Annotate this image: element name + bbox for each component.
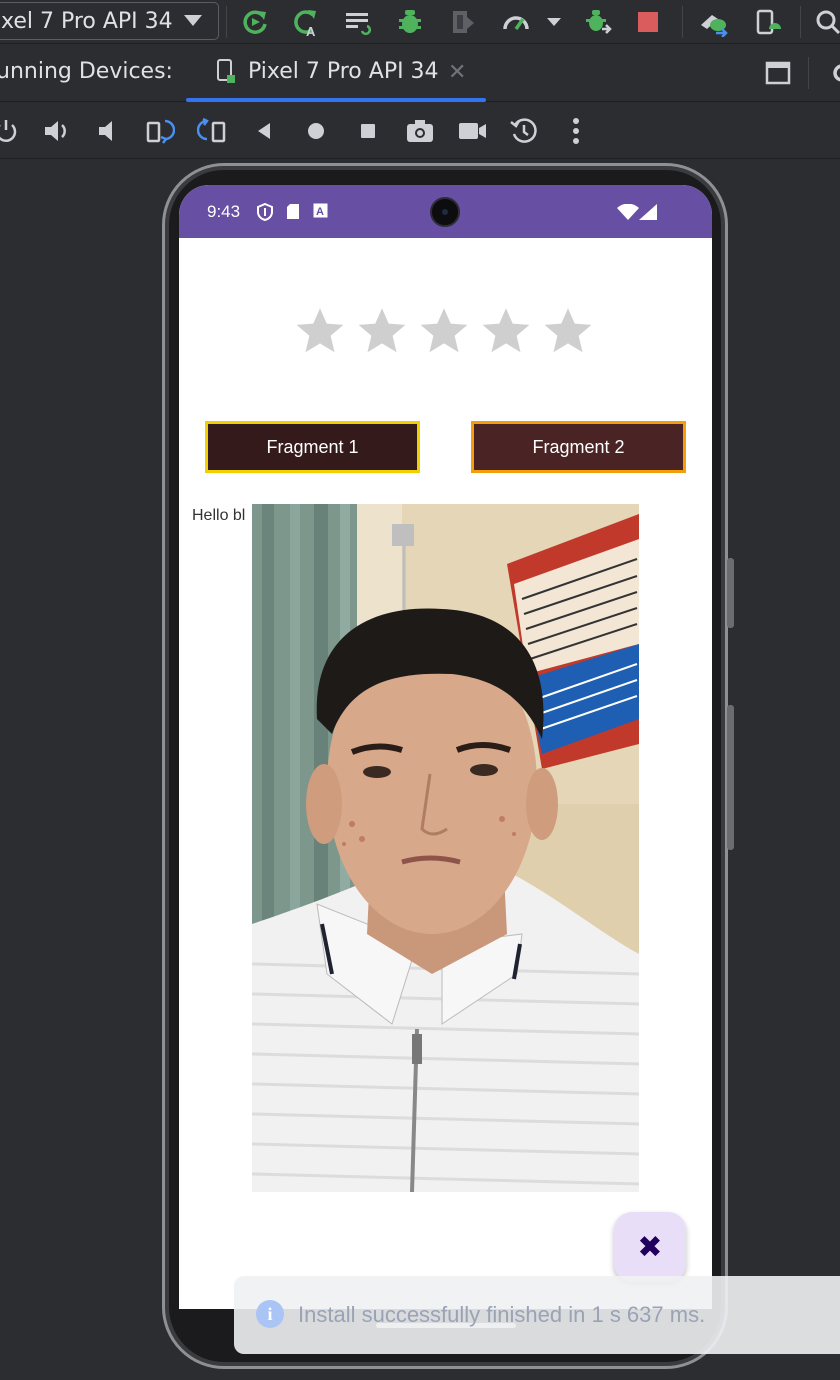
chevron-down-icon[interactable] [538, 6, 570, 38]
toolbar-separator [808, 57, 809, 89]
logcat-icon[interactable] [752, 6, 784, 38]
device-tab-icon [217, 59, 235, 83]
close-icon[interactable]: ✕ [448, 62, 466, 84]
svg-text:A: A [316, 206, 324, 218]
home-icon[interactable] [300, 115, 332, 147]
volume-up-icon[interactable] [40, 115, 72, 147]
tab-pixel-7-pro[interactable]: Pixel 7 Pro API 34 ✕ [186, 45, 486, 102]
overview-icon[interactable] [352, 115, 384, 147]
status-bar: 9:43 A [179, 185, 712, 238]
star-icon[interactable] [294, 305, 346, 357]
run-configurations-icon[interactable] [342, 6, 374, 38]
device-selector-label: xel 7 Pro API 34 [1, 8, 173, 34]
star-icon[interactable] [356, 305, 408, 357]
ide-toolbar: xel 7 Pro API 34 A [0, 0, 840, 44]
hello-text: Hello bl [192, 507, 246, 524]
debug-icon[interactable] [394, 6, 426, 38]
notification-text: Install successfully finished in 1 s 637… [298, 1302, 706, 1327]
close-fab-button[interactable]: ✖ [614, 1212, 686, 1282]
running-devices-label: unning Devices: [0, 59, 173, 84]
back-icon[interactable] [248, 115, 280, 147]
tab-title: Pixel 7 Pro API 34 [248, 59, 439, 84]
camera-cutout [430, 197, 460, 227]
status-time: 9:43 [207, 202, 241, 221]
toolbar-separator [682, 6, 683, 38]
stop-icon[interactable] [632, 6, 664, 38]
rerun-icon[interactable] [240, 6, 272, 38]
search-icon[interactable] [812, 6, 840, 38]
coverage-icon[interactable] [446, 6, 478, 38]
star-icon[interactable] [418, 305, 470, 357]
screenshot-icon[interactable] [404, 115, 436, 147]
rotate-left-icon[interactable] [144, 115, 176, 147]
toolbar-separator [226, 6, 227, 38]
close-icon: ✖ [637, 1229, 663, 1265]
chevron-down-icon [184, 15, 202, 26]
apply-code-changes-icon[interactable]: A [290, 6, 322, 38]
screen-record-icon[interactable] [456, 115, 488, 147]
cell-signal-icon [639, 204, 657, 220]
autofill-icon: A [313, 203, 328, 218]
info-icon: i [256, 1300, 284, 1328]
device-selector-dropdown[interactable]: xel 7 Pro API 34 [0, 2, 219, 40]
emulator-controls-bar [0, 103, 840, 159]
volume-down-icon[interactable] [92, 115, 124, 147]
settings-icon[interactable] [826, 57, 840, 89]
user-photo [252, 504, 639, 1192]
rating-bar[interactable] [294, 305, 594, 357]
sd-card-icon [287, 204, 299, 219]
svg-text:A: A [306, 24, 316, 37]
running-devices-bar: unning Devices: Pixel 7 Pro API 34 ✕ [0, 45, 840, 102]
star-icon[interactable] [542, 305, 594, 357]
snapshot-icon[interactable] [508, 115, 540, 147]
tab-active-indicator [186, 98, 486, 102]
device-side-button [727, 705, 734, 850]
attach-debugger-icon[interactable] [582, 6, 614, 38]
device-screen[interactable]: 9:43 A Fragment 1 Fragment 2 Hello bl ✖ [179, 185, 712, 1309]
profiler-icon[interactable] [500, 6, 532, 38]
install-notification[interactable]: i Install successfully finished in 1 s 6… [234, 1276, 840, 1354]
fragment-1-button[interactable]: Fragment 1 [205, 421, 420, 473]
device-manager-icon[interactable] [698, 6, 730, 38]
fragment-2-button[interactable]: Fragment 2 [471, 421, 686, 473]
shield-icon [257, 203, 273, 221]
device-side-button [727, 558, 734, 628]
power-icon[interactable] [0, 115, 22, 147]
rotate-right-icon[interactable] [196, 115, 228, 147]
star-icon[interactable] [480, 305, 532, 357]
more-icon[interactable] [560, 115, 592, 147]
wifi-icon [617, 204, 639, 220]
maximize-window-icon[interactable] [762, 57, 794, 89]
toolbar-separator [800, 6, 801, 38]
